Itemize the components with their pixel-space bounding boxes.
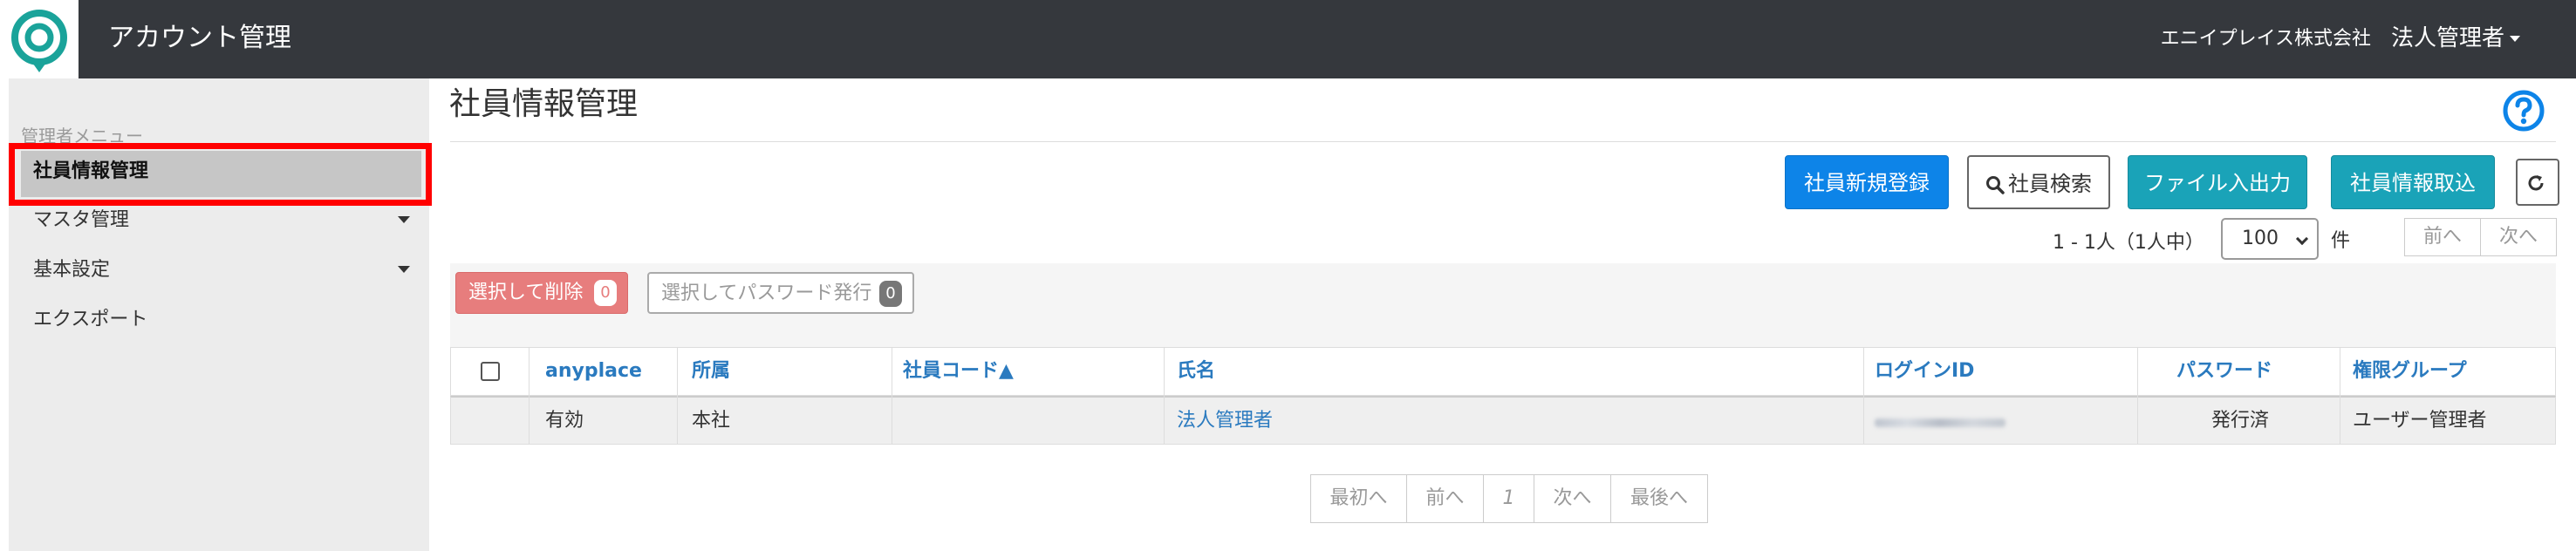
- col-header-dept[interactable]: 所属: [692, 348, 730, 395]
- cell-password: 発行済: [2211, 410, 2270, 432]
- pager-current[interactable]: 1: [1484, 475, 1534, 522]
- sidebar-item-export[interactable]: エクスポート: [33, 307, 147, 333]
- column-divider: [1863, 347, 1864, 445]
- per-page-value: 100: [2242, 228, 2279, 249]
- help-icon[interactable]: [2502, 89, 2545, 133]
- caret-down-icon: [398, 216, 410, 223]
- bulk-delete-count: 0: [594, 280, 617, 306]
- pager-first[interactable]: 最初へ: [1311, 475, 1407, 522]
- col-header-password[interactable]: パスワード: [2176, 348, 2272, 395]
- company-name: エニイプレイス株式会社: [2160, 28, 2371, 50]
- highlight-annotation: [9, 143, 432, 206]
- pagination: 最初へ 前へ 1 次へ 最後へ: [1310, 474, 1708, 523]
- page-title: 社員情報管理: [449, 86, 639, 122]
- col-header-login-id[interactable]: ログインID: [1875, 348, 1974, 395]
- select-all-checkbox[interactable]: [481, 362, 500, 381]
- pager-top-prev[interactable]: 前へ: [2404, 218, 2481, 256]
- cell-login-id-redacted: [1875, 418, 2005, 427]
- caret-down-icon: [398, 266, 410, 273]
- top-header: アカウント管理 エニイプレイス株式会社 法人管理者: [0, 0, 2576, 78]
- result-count: 1 - 1人（1人中）: [2053, 232, 2204, 254]
- pager-prev[interactable]: 前へ: [1407, 475, 1484, 522]
- column-divider: [677, 347, 678, 445]
- pager-last[interactable]: 最後へ: [1611, 475, 1707, 522]
- cell-dept: 本社: [692, 410, 731, 432]
- caret-down-icon: [2510, 36, 2520, 42]
- table-row: 有効 本社 法人管理者 発行済 ユーザー管理者: [450, 396, 2556, 445]
- table-header: anyplace 所属 社員コード▲ 氏名 ログインID パスワード 権限グルー…: [450, 347, 2556, 396]
- new-employee-button[interactable]: 社員新規登録: [1785, 155, 1949, 209]
- employee-search-button[interactable]: 社員検索: [1967, 155, 2110, 209]
- pager-top-next[interactable]: 次へ: [2480, 218, 2557, 256]
- cell-name-link[interactable]: 法人管理者: [1177, 398, 1273, 444]
- bulk-password-label: 選択してパスワード発行: [661, 282, 872, 304]
- search-icon: [1986, 176, 2005, 194]
- sidebar-item-master[interactable]: マスタ管理: [33, 207, 129, 234]
- per-page-unit: 件: [2331, 230, 2351, 252]
- per-page-select[interactable]: 100: [2221, 218, 2319, 260]
- cell-group: ユーザー管理者: [2353, 410, 2487, 432]
- bulk-delete-button[interactable]: 選択して削除 0: [455, 272, 628, 314]
- column-divider: [529, 347, 530, 445]
- employee-search-label: 社員検索: [2008, 172, 2092, 196]
- pager-next[interactable]: 次へ: [1534, 475, 1611, 522]
- column-divider: [2137, 347, 2138, 445]
- col-header-code[interactable]: 社員コード▲: [903, 348, 1014, 395]
- cell-anyplace: 有効: [545, 410, 584, 432]
- column-divider: [1164, 347, 1165, 445]
- chevron-down-icon: [2295, 232, 2309, 246]
- col-header-name[interactable]: 氏名: [1177, 348, 1215, 395]
- refresh-button[interactable]: [2516, 159, 2559, 206]
- main-content: 社員情報管理 社員新規登録 社員検索 ファイル入出力 社員情報取込 1 - 1人…: [429, 78, 2576, 551]
- bulk-password-count: 0: [879, 281, 902, 307]
- refresh-icon: [2528, 175, 2544, 191]
- app-title: アカウント管理: [108, 23, 291, 53]
- logo[interactable]: [0, 0, 79, 78]
- bulk-password-button[interactable]: 選択してパスワード発行 0: [647, 272, 914, 314]
- sidebar-item-basic-settings[interactable]: 基本設定: [33, 257, 110, 283]
- import-button[interactable]: 社員情報取込: [2331, 155, 2495, 209]
- sidebar: 管理者メニュー 社員情報管理 マスタ管理 基本設定 エクスポート: [9, 78, 432, 551]
- col-header-anyplace[interactable]: anyplace: [545, 348, 642, 395]
- col-header-group[interactable]: 権限グループ: [2353, 348, 2467, 395]
- title-divider: [450, 141, 2556, 142]
- bulk-delete-label: 選択して削除: [468, 282, 584, 303]
- file-io-button[interactable]: ファイル入出力: [2128, 155, 2307, 209]
- user-menu-label: 法人管理者: [2390, 25, 2504, 51]
- anyplace-logo-icon: [11, 10, 67, 72]
- user-menu[interactable]: 法人管理者: [2391, 23, 2520, 54]
